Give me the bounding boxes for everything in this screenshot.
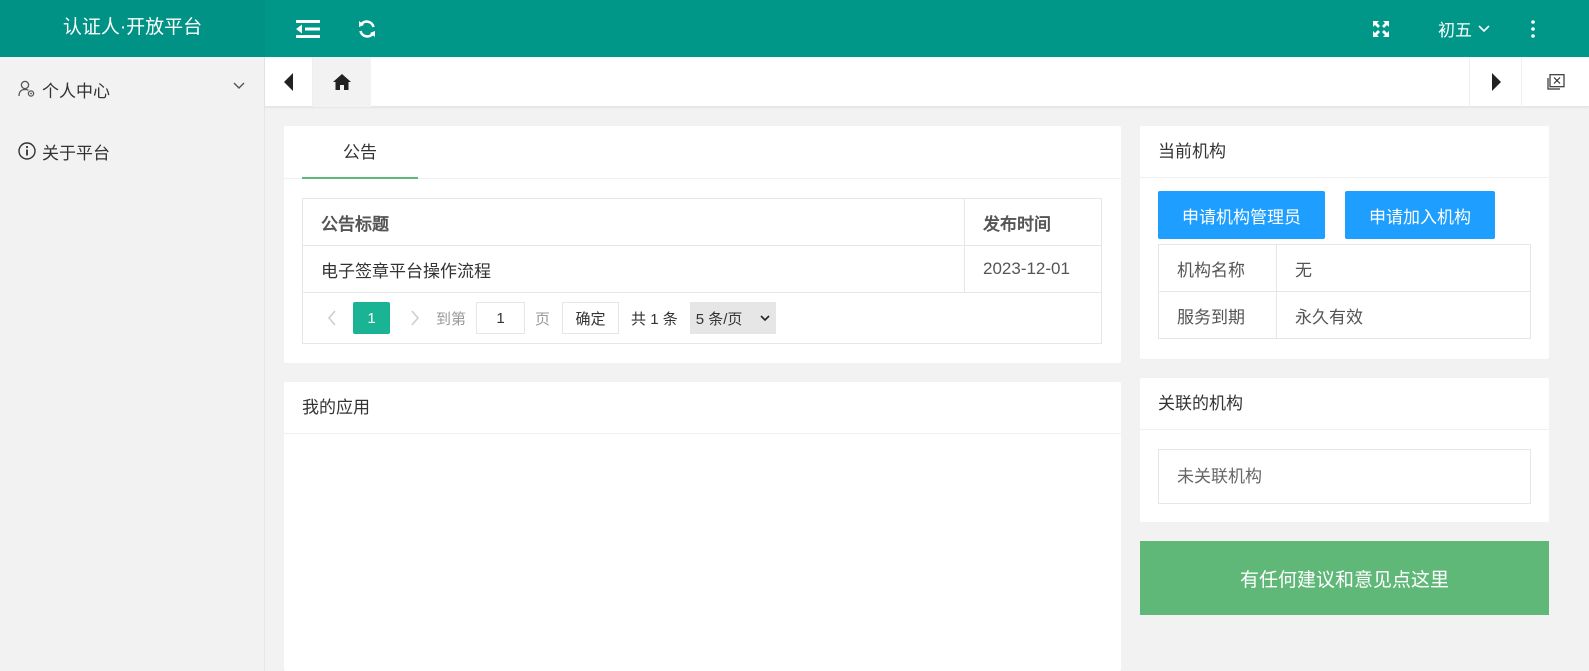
pagination-row: 1 到第 1 页 确定 共 1 条 5 条/页 xyxy=(302,292,1102,344)
linked-org-card: 关联的机构 未关联机构 xyxy=(1140,378,1549,522)
tab-bar xyxy=(265,57,1589,107)
close-tabs-button[interactable] xyxy=(1521,57,1589,107)
goto-label: 到第 xyxy=(436,310,467,328)
confirm-page-button[interactable]: 确定 xyxy=(562,302,620,334)
page-size-select[interactable]: 5 条/页 xyxy=(689,302,776,334)
column-header-date: 发布时间 xyxy=(964,198,1102,246)
feedback-button[interactable]: 有任何建议和意见点这里 xyxy=(1140,541,1549,615)
chevron-down-icon xyxy=(1478,24,1490,32)
org-info-table: 机构名称 无 服务到期 永久有效 xyxy=(1158,244,1531,339)
refresh-icon xyxy=(359,19,375,38)
my-apps-card: 我的应用 xyxy=(284,382,1121,671)
current-org-title: 当前机构 xyxy=(1140,126,1549,178)
next-tab-icon xyxy=(1491,73,1501,91)
notice-card: 公告 公告标题 发布时间 电子签章平台操作流程 2023-12-01 1 到第 xyxy=(284,126,1121,363)
app-logo[interactable]: 认证人·开放平台 xyxy=(0,0,265,57)
service-expiry-key: 服务到期 xyxy=(1158,291,1277,339)
table-row: 机构名称 无 xyxy=(1158,244,1531,292)
close-tabs-icon xyxy=(1546,74,1565,90)
table-row: 服务到期 永久有效 xyxy=(1158,291,1531,339)
current-org-card: 当前机构 申请机构管理员 申请加入机构 机构名称 无 服务到期 永久有效 xyxy=(1140,126,1549,359)
sidebar-item-personal-center[interactable]: 个人中心 xyxy=(0,58,265,120)
notice-date: 2023-12-01 xyxy=(964,245,1102,293)
pagination: 1 到第 1 页 确定 共 1 条 5 条/页 xyxy=(327,302,1101,334)
org-name-value: 无 xyxy=(1276,244,1531,292)
table-header-row: 公告标题 发布时间 xyxy=(302,198,1102,246)
sidebar-item-label: 个人中心 xyxy=(42,81,110,101)
more-button[interactable] xyxy=(1522,0,1544,57)
home-icon xyxy=(333,74,351,90)
next-page-icon[interactable] xyxy=(410,310,420,326)
info-icon xyxy=(18,142,36,160)
apply-org-admin-button[interactable]: 申请机构管理员 xyxy=(1158,191,1325,239)
prev-tab-icon xyxy=(283,73,293,91)
tab-notice[interactable]: 公告 xyxy=(302,126,418,179)
fullscreen-icon xyxy=(1373,20,1389,37)
page-number-current[interactable]: 1 xyxy=(353,302,390,334)
linked-org-empty: 未关联机构 xyxy=(1158,449,1531,504)
fullscreen-button[interactable] xyxy=(1368,0,1394,57)
more-vertical-icon xyxy=(1531,19,1535,38)
apply-join-org-button[interactable]: 申请加入机构 xyxy=(1345,191,1495,239)
column-header-title: 公告标题 xyxy=(302,198,965,246)
linked-org-title: 关联的机构 xyxy=(1140,378,1549,430)
table-row[interactable]: 电子签章平台操作流程 2023-12-01 xyxy=(302,245,1102,293)
prev-tab-button[interactable] xyxy=(265,57,313,107)
top-header: 认证人·开放平台 初五 xyxy=(0,0,1589,57)
notice-tabs: 公告 xyxy=(284,126,1121,179)
sidebar-item-label: 关于平台 xyxy=(42,143,110,163)
notice-table: 公告标题 发布时间 电子签章平台操作流程 2023-12-01 1 到第 1 页… xyxy=(302,198,1102,344)
user-settings-icon xyxy=(18,80,35,97)
prev-page-icon[interactable] xyxy=(327,310,337,326)
sidebar-item-about-platform[interactable]: 关于平台 xyxy=(0,120,265,182)
page-size-value: 5 条/页 xyxy=(695,310,743,328)
user-name: 初五 xyxy=(1438,21,1472,40)
org-name-key: 机构名称 xyxy=(1158,244,1277,292)
menu-fold-icon xyxy=(296,19,320,38)
chevron-down-icon xyxy=(233,82,245,89)
page-unit-label: 页 xyxy=(535,310,551,328)
next-tab-button[interactable] xyxy=(1469,57,1521,107)
refresh-button[interactable] xyxy=(352,0,382,57)
service-expiry-value: 永久有效 xyxy=(1276,291,1531,339)
chevron-down-icon xyxy=(760,314,770,321)
my-apps-title: 我的应用 xyxy=(284,382,1121,434)
tab-home[interactable] xyxy=(313,57,371,107)
total-count: 共 1 条 xyxy=(631,310,678,328)
sidebar: 个人中心 关于平台 xyxy=(0,57,265,671)
notice-title[interactable]: 电子签章平台操作流程 xyxy=(302,245,965,293)
user-menu[interactable]: 初五 xyxy=(1438,0,1490,57)
goto-page-input[interactable]: 1 xyxy=(476,302,526,334)
menu-fold-button[interactable] xyxy=(290,0,326,57)
